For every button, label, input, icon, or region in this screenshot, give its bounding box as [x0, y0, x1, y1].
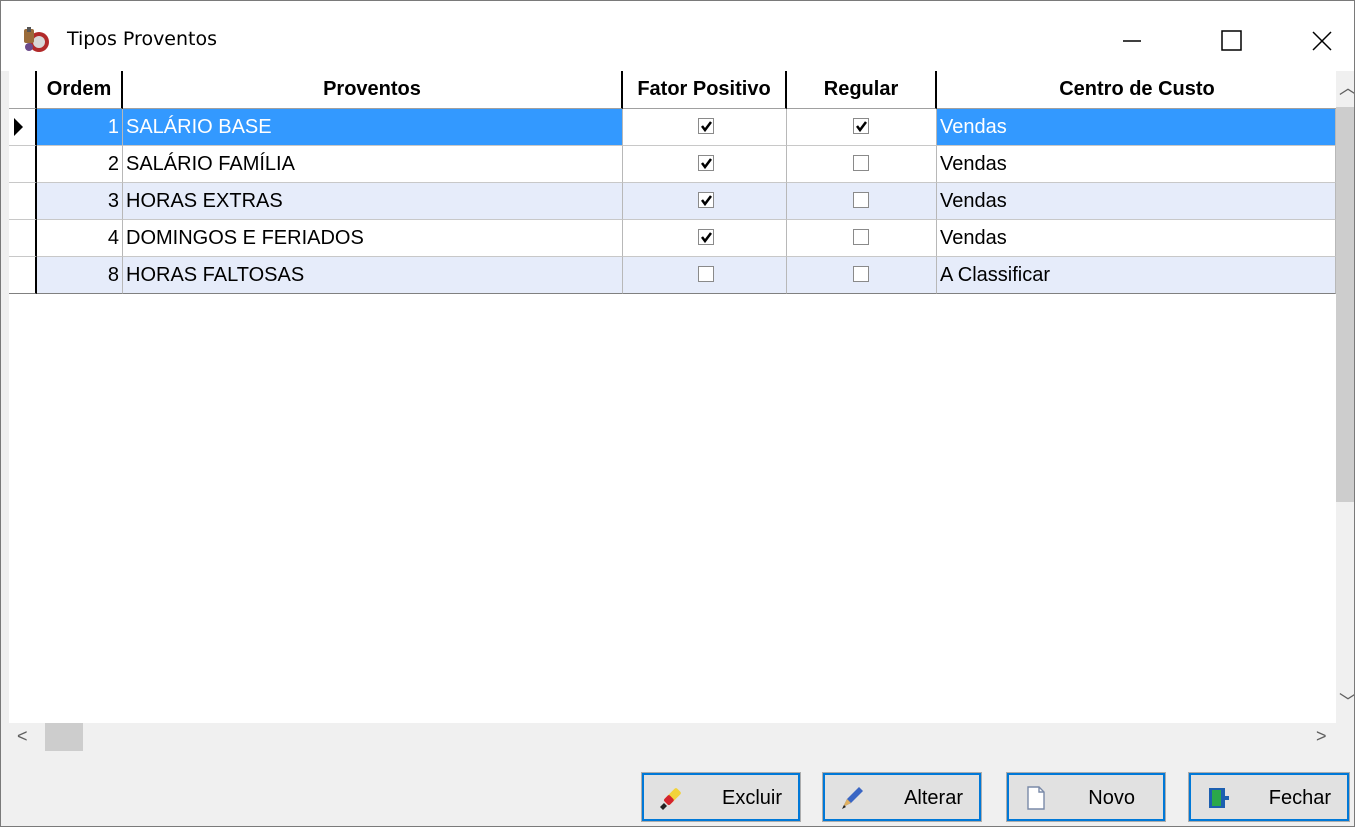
cell-centro-de-custo: Vendas [937, 109, 1336, 146]
row-indicator [9, 257, 37, 294]
table-row[interactable]: 4 DOMINGOS E FERIADOS Vendas [9, 220, 1336, 257]
excluir-button-label: Excluir [721, 787, 782, 809]
column-header-ordem[interactable]: Ordem [37, 71, 123, 109]
horizontal-scrollbar[interactable]: < > [9, 723, 1354, 755]
fator-positivo-checkbox[interactable] [698, 266, 714, 282]
cell-regular [787, 146, 937, 183]
vertical-scrollbar[interactable]: ︿ ﹀ [1336, 71, 1354, 723]
cell-ordem: 2 [37, 146, 123, 183]
cell-provento: HORAS FALTOSAS [123, 257, 623, 294]
table-row[interactable]: 3 HORAS EXTRAS Vendas [9, 183, 1336, 220]
minimize-button[interactable] [1112, 21, 1152, 61]
cell-fator-positivo [623, 109, 787, 146]
fator-positivo-checkbox[interactable] [698, 192, 714, 208]
check-icon [701, 121, 712, 133]
new-document-icon [1027, 786, 1045, 810]
scroll-right-icon[interactable]: > [1316, 727, 1327, 745]
regular-checkbox[interactable] [853, 118, 869, 134]
app-icon [24, 27, 49, 52]
current-row-arrow-icon [14, 118, 23, 136]
fechar-button[interactable]: Fechar [1188, 772, 1350, 822]
alterar-button[interactable]: Alterar [822, 772, 982, 822]
proventos-grid[interactable]: Ordem Proventos Fator Positivo Regular C… [9, 71, 1354, 723]
table-row[interactable]: 8 HORAS FALTOSAS A Classificar [9, 257, 1336, 294]
novo-button[interactable]: Novo [1006, 772, 1166, 822]
column-header-proventos[interactable]: Proventos [123, 71, 623, 109]
table-row[interactable]: 2 SALÁRIO FAMÍLIA Vendas [9, 146, 1336, 183]
cell-centro-de-custo: Vendas [937, 146, 1336, 183]
table-row[interactable]: 1 SALÁRIO BASE Vendas [9, 109, 1336, 146]
row-indicator [9, 146, 37, 183]
excluir-button[interactable]: Excluir [641, 772, 801, 822]
alterar-button-label: Alterar [904, 787, 963, 809]
fator-positivo-checkbox[interactable] [698, 118, 714, 134]
regular-checkbox[interactable] [853, 229, 869, 245]
scroll-up-icon[interactable]: ︿ [1339, 79, 1354, 97]
pen-icon [842, 787, 863, 809]
cell-regular [787, 257, 937, 294]
header-indicator-cell [9, 71, 37, 109]
eraser-icon [660, 788, 681, 810]
exit-door-icon [1209, 788, 1229, 808]
row-indicator [9, 183, 37, 220]
cell-fator-positivo [623, 146, 787, 183]
maximize-button[interactable] [1212, 21, 1252, 61]
check-icon [856, 121, 867, 133]
minimize-icon [1123, 40, 1141, 42]
cell-regular [787, 183, 937, 220]
check-icon [701, 232, 712, 244]
column-header-fator-positivo[interactable]: Fator Positivo [623, 71, 787, 109]
cell-provento: DOMINGOS E FERIADOS [123, 220, 623, 257]
regular-checkbox[interactable] [853, 155, 869, 171]
row-indicator [9, 109, 37, 146]
tipos-proventos-window: Tipos Proventos Ordem Proventos Fator Po… [0, 0, 1355, 827]
novo-button-label: Novo [1088, 787, 1135, 809]
cell-ordem: 1 [37, 109, 123, 146]
window-title: Tipos Proventos [67, 28, 218, 50]
regular-checkbox[interactable] [853, 266, 869, 282]
close-button[interactable] [1302, 21, 1342, 61]
check-icon [701, 158, 712, 170]
regular-checkbox[interactable] [853, 192, 869, 208]
column-header-centro-de-custo[interactable]: Centro de Custo [937, 71, 1337, 109]
column-header-regular[interactable]: Regular [787, 71, 937, 109]
fator-positivo-checkbox[interactable] [698, 229, 714, 245]
cell-ordem: 4 [37, 220, 123, 257]
cell-centro-de-custo: A Classificar [937, 257, 1336, 294]
close-icon [1312, 31, 1332, 51]
check-icon [701, 195, 712, 207]
cell-centro-de-custo: Vendas [937, 220, 1336, 257]
scroll-left-icon[interactable]: < [17, 727, 28, 745]
cell-centro-de-custo: Vendas [937, 183, 1336, 220]
cell-provento: HORAS EXTRAS [123, 183, 623, 220]
fechar-button-label: Fechar [1268, 787, 1331, 809]
title-bar: Tipos Proventos [1, 1, 1354, 71]
cell-ordem: 8 [37, 257, 123, 294]
horizontal-scroll-thumb[interactable] [45, 723, 83, 751]
maximize-icon [1221, 30, 1242, 51]
cell-fator-positivo [623, 257, 787, 294]
cell-provento: SALÁRIO FAMÍLIA [123, 146, 623, 183]
cell-regular [787, 220, 937, 257]
scroll-down-icon[interactable]: ﹀ [1339, 693, 1354, 711]
cell-fator-positivo [623, 183, 787, 220]
cell-fator-positivo [623, 220, 787, 257]
vertical-scroll-thumb[interactable] [1336, 107, 1354, 502]
fator-positivo-checkbox[interactable] [698, 155, 714, 171]
cell-ordem: 3 [37, 183, 123, 220]
cell-regular [787, 109, 937, 146]
cell-provento: SALÁRIO BASE [123, 109, 623, 146]
row-indicator [9, 220, 37, 257]
